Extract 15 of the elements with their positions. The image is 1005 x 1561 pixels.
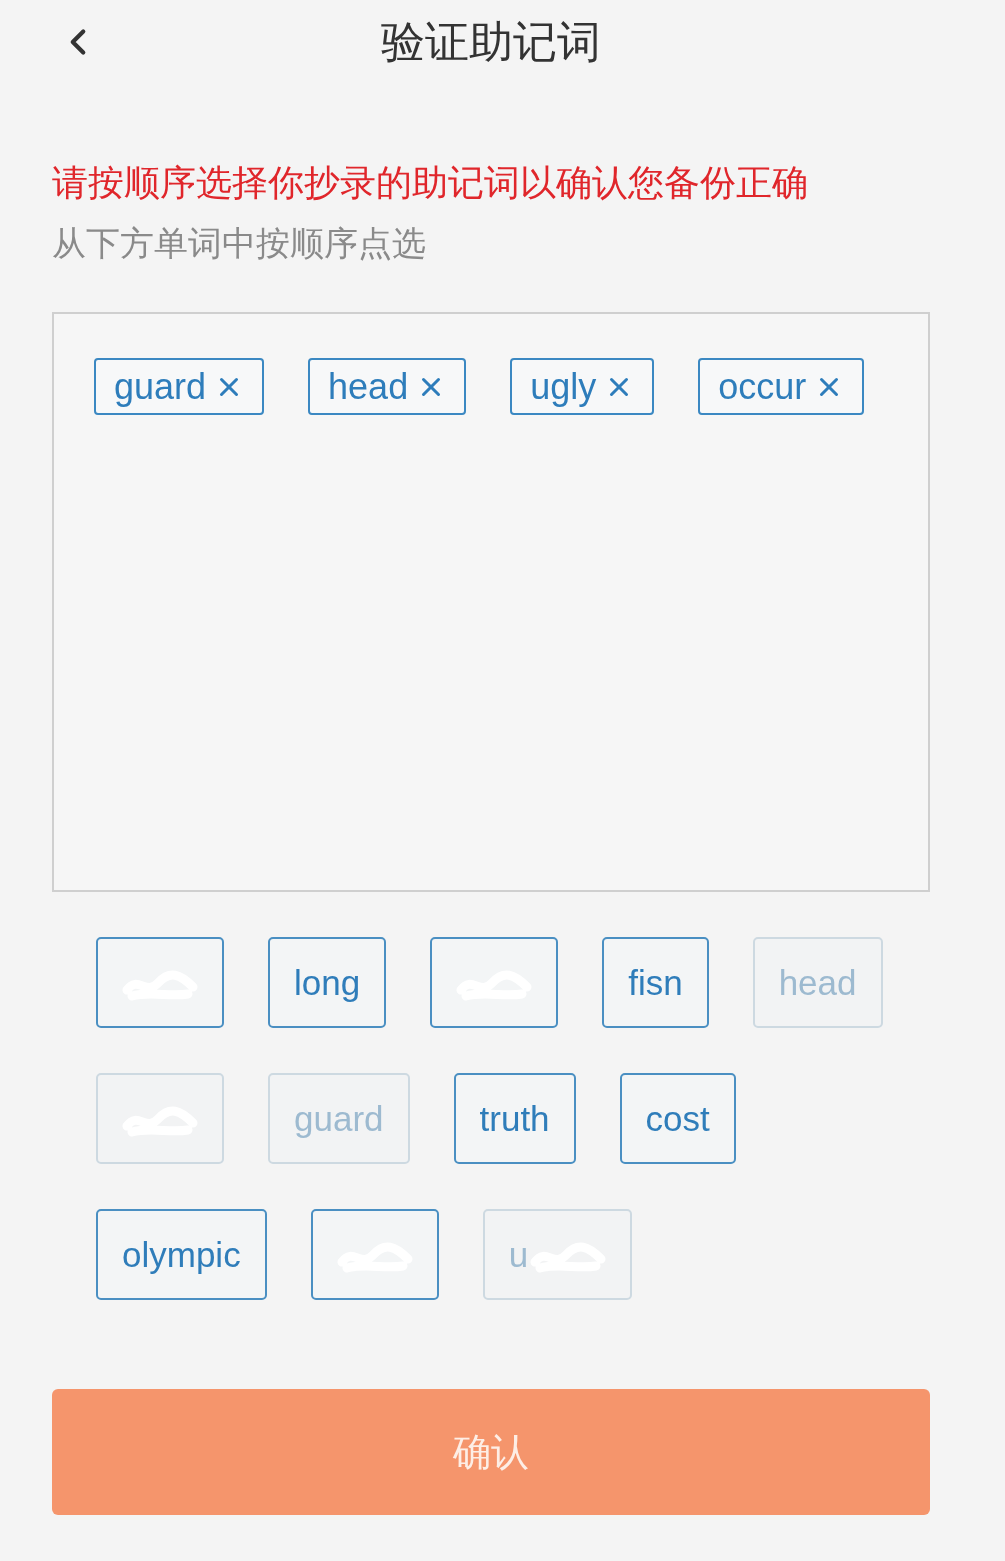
selected-word-chip[interactable]: ugly: [510, 358, 655, 415]
instruction-text: 请按顺序选择你抄录的助记词以确认您备份正确: [52, 162, 809, 205]
hint-text: 从下方单词中按顺序点选: [52, 223, 427, 264]
word-chip[interactable]: [96, 937, 224, 1028]
selected-word-chip[interactable]: head: [308, 358, 467, 415]
word-chip[interactable]: truth: [453, 1073, 576, 1164]
word-chip[interactable]: [310, 1209, 439, 1300]
page-title: 验证助记词: [381, 15, 601, 68]
word-chip[interactable]: olympic: [96, 1209, 267, 1300]
word-chip[interactable]: fisn: [602, 937, 709, 1028]
word-chip[interactable]: long: [268, 937, 387, 1028]
selected-word-chip[interactable]: occur: [698, 358, 865, 415]
word-chip[interactable]: [430, 937, 559, 1028]
word-chip[interactable]: cost: [619, 1073, 736, 1164]
selected-word-chip[interactable]: guard: [94, 358, 265, 415]
